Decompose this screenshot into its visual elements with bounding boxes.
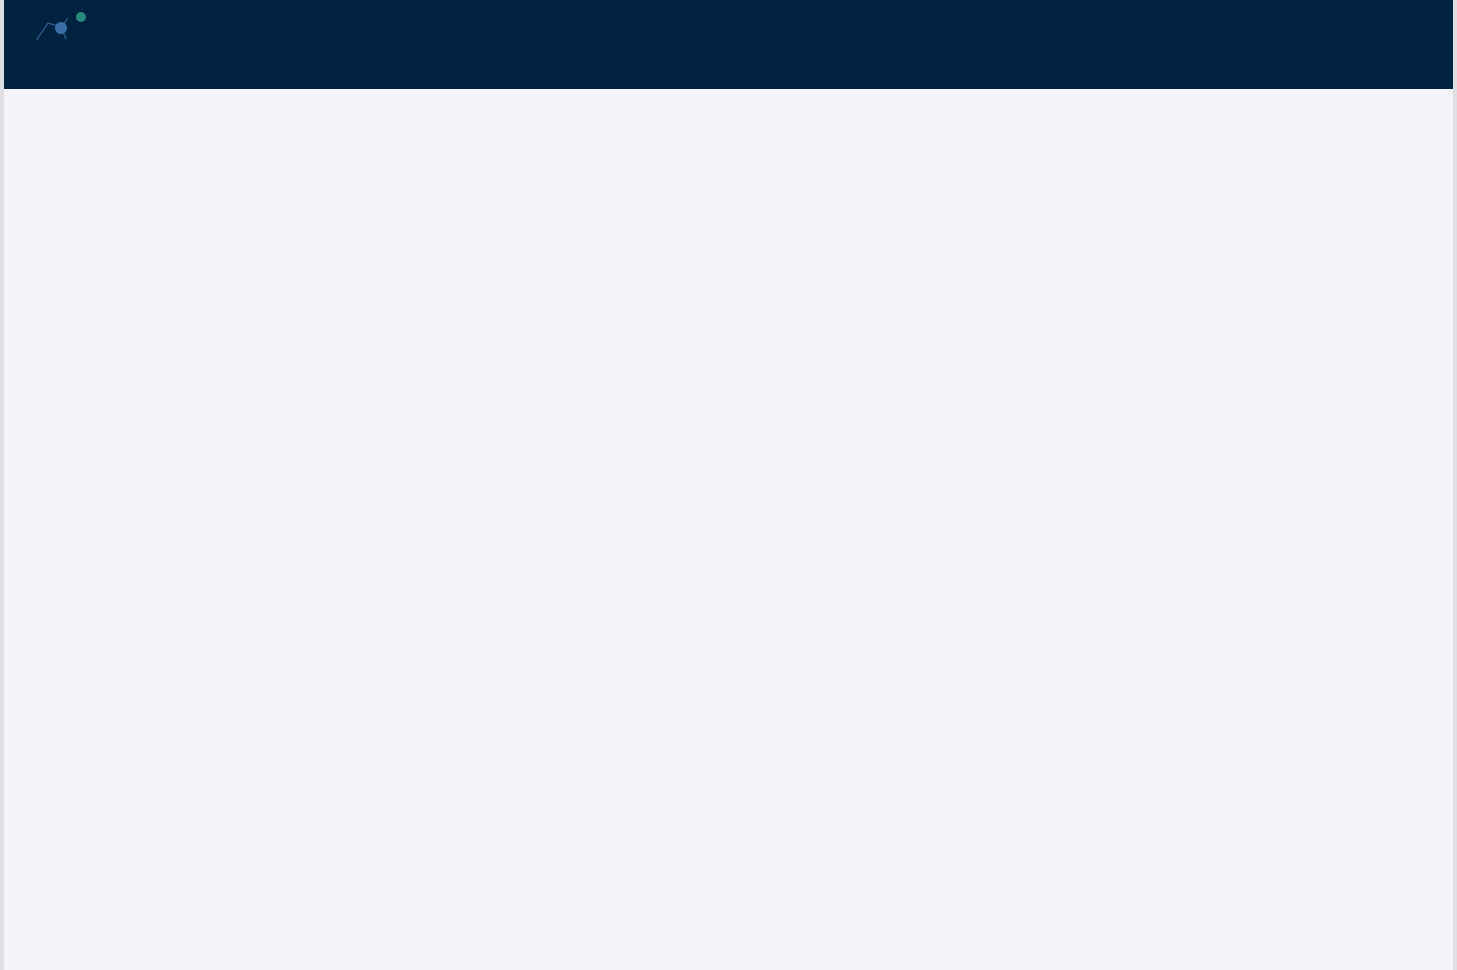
app-root: [4, 0, 1453, 970]
origen-logo[interactable]: [30, 10, 134, 65]
logo-molecule-icon: [36, 12, 86, 40]
app-header: [4, 0, 1453, 89]
